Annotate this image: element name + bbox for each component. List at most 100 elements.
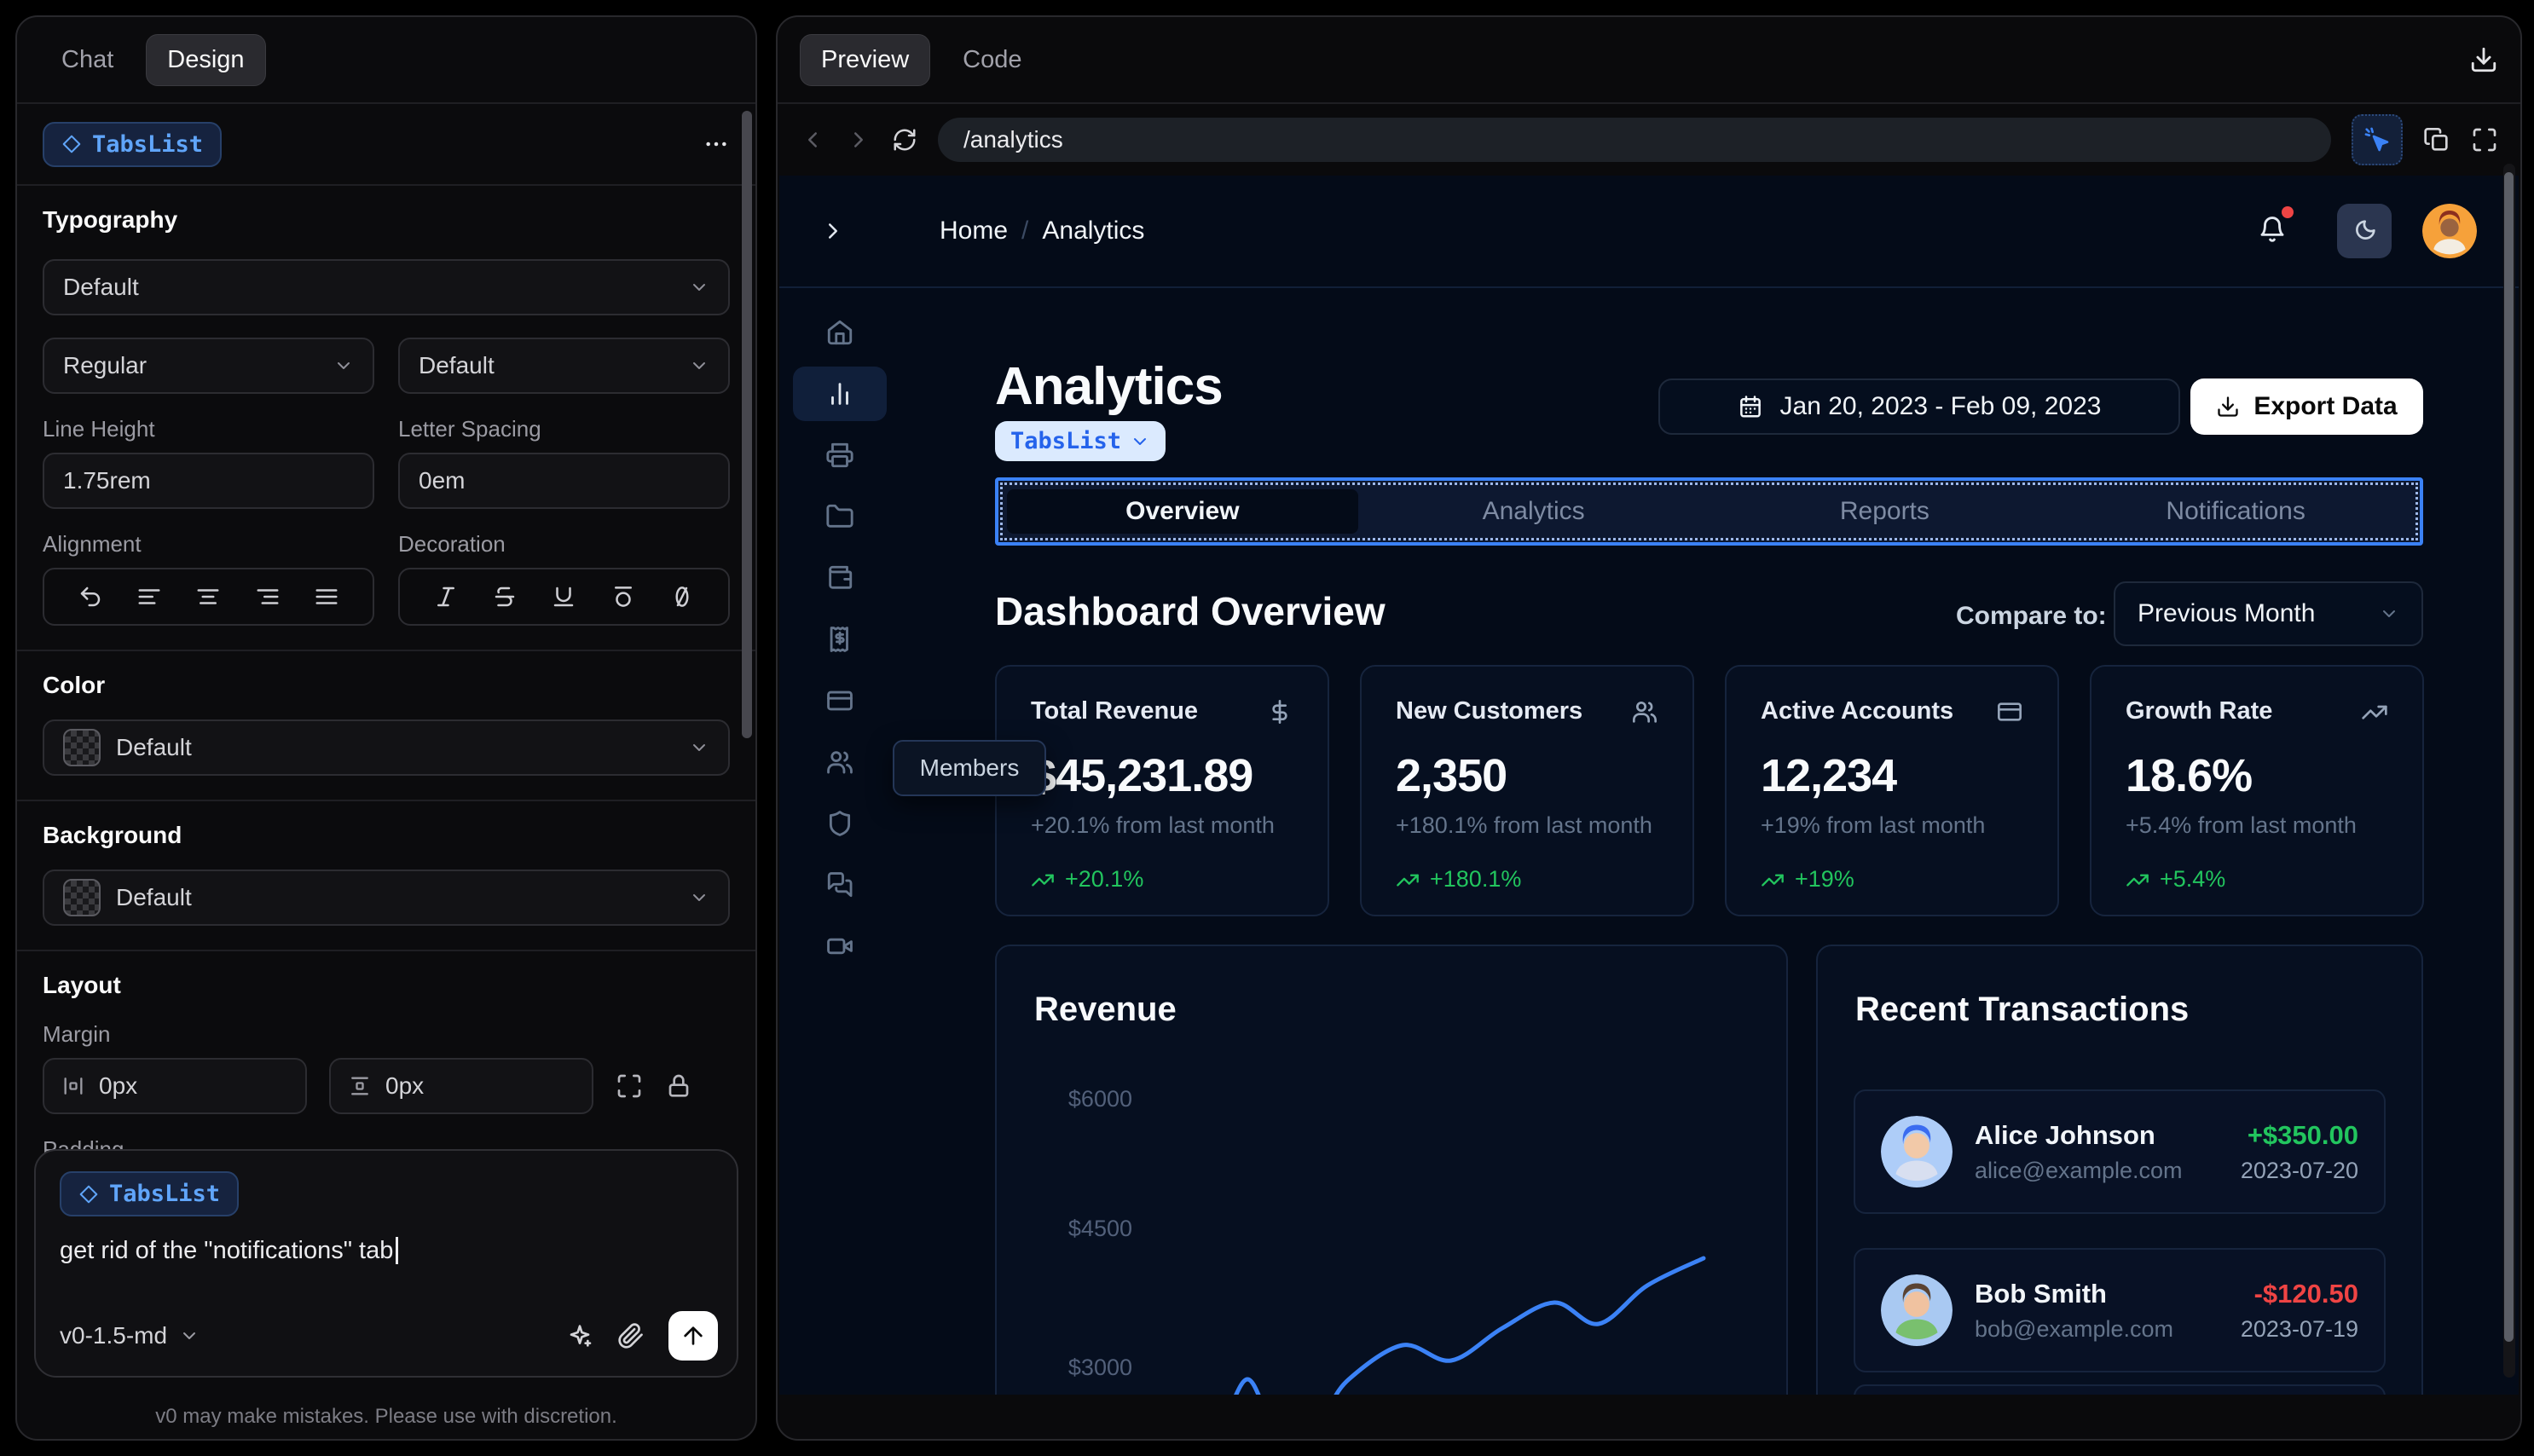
url-value: /analytics: [963, 126, 1063, 153]
line-height-input[interactable]: 1.75rem: [43, 453, 374, 509]
preview-tab[interactable]: Code: [942, 35, 1042, 85]
download-icon[interactable]: [2469, 45, 2498, 74]
font-family-select[interactable]: Default: [43, 259, 730, 315]
composer-message[interactable]: get rid of the "notifications" tab: [60, 1237, 713, 1265]
back-icon[interactable]: [800, 127, 825, 153]
preview-scrollbar[interactable]: [2504, 172, 2514, 1342]
selected-element-chip[interactable]: TabsList: [43, 121, 223, 167]
nav-rail-item[interactable]: [793, 305, 887, 360]
date-range-button[interactable]: Jan 20, 2023 - Feb 09, 2023: [1658, 378, 2180, 435]
panel-tab[interactable]: Chat: [41, 35, 134, 85]
inspect-mode-button[interactable]: [2352, 114, 2403, 165]
dashboard-tab[interactable]: Analytics: [1358, 489, 1710, 534]
font-family-value: Default: [63, 274, 139, 300]
margin-x-input[interactable]: 0px: [43, 1058, 307, 1114]
selected-component-chip[interactable]: TabsList: [995, 421, 1166, 461]
chevron-down-icon: [1130, 431, 1150, 452]
refresh-icon[interactable]: [892, 127, 917, 153]
alignment-tool-icon[interactable]: [136, 584, 162, 610]
nav-rail-item[interactable]: [793, 673, 887, 728]
theme-toggle-button[interactable]: [2337, 204, 2392, 258]
stat-subtext: +5.4% from last month: [2126, 812, 2357, 838]
letter-spacing-label: Letter Spacing: [398, 416, 541, 442]
members-tooltip: Members: [893, 740, 1046, 796]
stat-title: New Customers: [1396, 697, 1583, 725]
forward-icon[interactable]: [846, 127, 871, 153]
breadcrumb-home[interactable]: Home: [940, 217, 1008, 246]
design-panel-tabs: Chat Design: [17, 17, 755, 104]
transaction-avatar: [1881, 1274, 1953, 1346]
download-icon: [2216, 395, 2240, 419]
nav-rail-item[interactable]: [793, 919, 887, 974]
nav-rail-item[interactable]: [793, 551, 887, 605]
background-section: Background Default: [17, 801, 755, 951]
stat-card: Active Accounts 12,234 +19% from last mo…: [1725, 665, 2059, 916]
send-button[interactable]: [668, 1311, 718, 1361]
transactions-title: Recent Transactions: [1855, 991, 2190, 1028]
expand-values-icon[interactable]: [616, 1072, 643, 1100]
preview-tabs: Preview Code: [800, 33, 1042, 86]
font-size-select[interactable]: Default: [398, 338, 730, 394]
font-weight-select[interactable]: Regular: [43, 338, 374, 394]
notifications-button[interactable]: [2258, 206, 2294, 248]
color-title: Color: [43, 672, 106, 698]
alignment-tool-icon[interactable]: [255, 584, 281, 610]
chat-composer[interactable]: TabsList get rid of the "notifications" …: [34, 1149, 738, 1378]
dashboard-tab[interactable]: Reports: [1710, 489, 2061, 534]
nav-rail-item[interactable]: [793, 612, 887, 667]
nav-rail-item[interactable]: [793, 796, 887, 851]
breadcrumb-current: Analytics: [1042, 217, 1145, 245]
margin-y-input[interactable]: 0px: [329, 1058, 593, 1114]
alignment-tool-icon[interactable]: [195, 584, 221, 610]
color-select[interactable]: Default: [43, 719, 730, 776]
transaction-row[interactable]: Alice Johnson alice@example.com +$350.00…: [1854, 1089, 2386, 1214]
stat-icon: [2361, 698, 2388, 725]
element-menu-icon[interactable]: [703, 130, 730, 158]
margin-x-value: 0px: [99, 1072, 138, 1099]
nav-rail-item[interactable]: [793, 367, 887, 421]
preview-tab[interactable]: Preview: [800, 33, 931, 86]
export-data-button[interactable]: Export Data: [2190, 378, 2423, 435]
decoration-tool-icon[interactable]: [551, 584, 576, 610]
alignment-tool-icon[interactable]: [314, 584, 339, 610]
decoration-label: Decoration: [398, 531, 506, 557]
stat-trend-value: +5.4%: [2160, 866, 2226, 892]
model-name: v0-1.5-md: [60, 1322, 168, 1349]
dashboard-topbar: Home / Analytics: [779, 176, 2519, 288]
alignment-toolbar: [43, 568, 374, 626]
nav-rail-item[interactable]: [793, 858, 887, 912]
sidebar-expand-icon[interactable]: [820, 218, 846, 244]
decoration-tool-icon[interactable]: [669, 584, 695, 610]
nav-rail-icon: [825, 563, 854, 592]
composer-context-chip[interactable]: TabsList: [60, 1171, 240, 1216]
lock-values-icon[interactable]: [665, 1072, 692, 1100]
decoration-tool-icon[interactable]: [610, 584, 636, 610]
user-avatar[interactable]: [2422, 204, 2477, 258]
design-panel-scrollbar[interactable]: [742, 111, 752, 738]
stat-icon: [1266, 698, 1293, 725]
nav-rail-item[interactable]: [793, 428, 887, 482]
model-select[interactable]: v0-1.5-md: [60, 1322, 200, 1349]
nav-rail-icon: [825, 686, 854, 715]
url-input[interactable]: /analytics: [938, 118, 2331, 162]
nav-rail-icon: [825, 932, 854, 961]
fullscreen-icon[interactable]: [2471, 126, 2498, 153]
letter-spacing-input[interactable]: 0em: [398, 453, 730, 509]
compare-select[interactable]: Previous Month: [2114, 581, 2423, 646]
nav-rail-item[interactable]: [793, 489, 887, 544]
transaction-row[interactable]: Bob Smith bob@example.com -$120.50 2023-…: [1854, 1248, 2386, 1372]
decoration-tool-icon[interactable]: [433, 584, 459, 610]
panel-tab[interactable]: Design: [146, 33, 266, 86]
nav-rail-item[interactable]: [793, 735, 887, 789]
copy-icon[interactable]: [2423, 126, 2450, 153]
decoration-tool-icon[interactable]: [492, 584, 518, 610]
enhance-prompt-icon[interactable]: [566, 1322, 593, 1349]
transaction-avatar: [1881, 1116, 1953, 1187]
dashboard-tab[interactable]: Overview: [1007, 489, 1358, 534]
dashboard-tab[interactable]: Notifications: [2060, 489, 2411, 534]
stat-value: 12,234: [1761, 750, 1897, 801]
alignment-tool-icon[interactable]: [78, 584, 103, 610]
background-select[interactable]: Default: [43, 870, 730, 926]
nav-rail-icon: [825, 441, 854, 470]
attach-file-icon[interactable]: [617, 1322, 645, 1349]
